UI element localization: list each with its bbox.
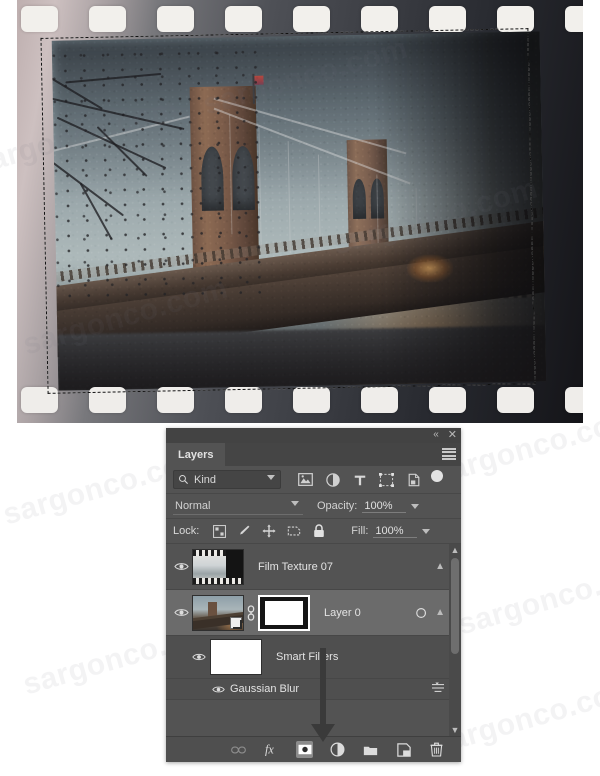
filter-type-layers-icon[interactable] (352, 472, 367, 487)
filter-kind-label: Kind (194, 473, 217, 486)
filter-shape-layers-icon[interactable] (379, 472, 394, 487)
filter-visibility-icon[interactable] (208, 685, 228, 694)
filter-name-label[interactable]: Gaussian Blur (230, 683, 299, 695)
chevron-down-icon (291, 501, 299, 506)
filter-smart-objects-icon[interactable] (406, 472, 421, 487)
tab-layers-label: Layers (178, 448, 214, 461)
layer-visibility-icon[interactable] (170, 561, 192, 572)
table-row[interactable]: Film Texture 07 ▲ (166, 544, 461, 590)
panel-menu-icon[interactable] (442, 448, 456, 460)
list-item[interactable]: Gaussian Blur (166, 679, 461, 700)
link-layers-button[interactable] (230, 741, 247, 758)
svg-text:fx: fx (265, 743, 274, 757)
layer-thumbnail[interactable] (192, 548, 244, 585)
new-adjustment-layer-button[interactable] (329, 741, 346, 758)
layer-mask-thumbnail[interactable] (258, 594, 310, 631)
screenshot-root: sargonco.com sargonco.com sargonco.com s… (0, 0, 600, 776)
panel-titlebar: « ✕ (166, 428, 461, 443)
scroll-up-icon[interactable]: ▲ (449, 544, 461, 556)
layer-visibility-icon[interactable] (170, 607, 192, 618)
filter-enable-toggle[interactable] (430, 469, 443, 490)
layer-style-fx-button[interactable]: fx (263, 741, 280, 758)
smart-filters-mask-thumbnail[interactable] (210, 639, 262, 675)
panel-tab-bar: Layers (166, 443, 461, 466)
layers-panel: « ✕ Layers Kind Normal Opacity: 100% Loc… (166, 428, 461, 762)
fill-slider-chevron-icon[interactable] (422, 528, 431, 534)
pointer-arrow-to-add-layer-mask (311, 648, 335, 742)
layer-thumbnail[interactable] (192, 594, 244, 631)
lock-artboard-nesting-icon[interactable] (287, 524, 301, 538)
layers-list: Film Texture 07 ▲ Layer 0 ▲ Smart Filter… (166, 544, 461, 700)
blend-mode-dropdown[interactable]: Normal (173, 497, 303, 515)
lock-all-icon[interactable] (312, 524, 326, 538)
smart-filter-icon[interactable] (415, 606, 429, 620)
lock-transparent-pixels-icon[interactable] (212, 524, 226, 538)
chevron-down-icon (267, 475, 275, 480)
delete-layer-button[interactable] (428, 741, 445, 758)
fill-label: Fill: (351, 525, 369, 537)
close-panel-icon[interactable]: ✕ (448, 429, 457, 441)
link-icon[interactable] (244, 604, 258, 621)
layers-scrollbar[interactable]: ▲ ▼ (449, 544, 461, 736)
new-group-button[interactable] (362, 741, 379, 758)
blend-mode-row: Normal Opacity: 100% (166, 494, 461, 519)
blend-mode-value: Normal (175, 499, 211, 512)
smart-filters-visibility-icon[interactable] (188, 652, 210, 662)
filter-pixel-layers-icon[interactable] (298, 472, 313, 487)
layer-name-label[interactable]: Layer 0 (324, 607, 361, 619)
fill-value[interactable]: 100% (373, 525, 418, 538)
watermark-text: sargonco.com (454, 551, 600, 642)
opacity-label: Opacity: (317, 500, 358, 512)
scroll-down-icon[interactable]: ▼ (449, 724, 461, 736)
search-icon (179, 475, 189, 485)
opacity-slider-chevron-icon[interactable] (411, 503, 420, 509)
new-layer-button[interactable] (395, 741, 412, 758)
layer-filter-bar: Kind (166, 466, 461, 494)
lock-row: Lock: Fill: 100% (166, 519, 461, 544)
smart-filters-label: Smart Filters (276, 651, 339, 663)
table-row[interactable]: Layer 0 ▲ (166, 590, 461, 636)
opacity-value[interactable]: 100% (362, 500, 407, 513)
lock-position-icon[interactable] (262, 524, 276, 538)
collapse-panel-icon[interactable]: « (433, 429, 439, 441)
layer-name-label[interactable]: Film Texture 07 (258, 561, 333, 573)
chevron-up-icon[interactable]: ▲ (435, 607, 445, 618)
lock-image-pixels-icon[interactable] (237, 524, 251, 538)
scrollbar-thumb[interactable] (451, 558, 459, 654)
filter-adjustment-layers-icon[interactable] (325, 472, 340, 487)
marching-ants-selection (40, 28, 536, 394)
tab-layers[interactable]: Layers (166, 443, 226, 466)
lock-label: Lock: (173, 525, 200, 537)
smart-filters-row[interactable]: Smart Filters (166, 636, 461, 679)
add-layer-mask-button[interactable] (296, 741, 313, 758)
filter-kind-dropdown[interactable]: Kind (173, 470, 281, 489)
chevron-up-icon[interactable]: ▲ (435, 561, 445, 572)
filter-blending-options-icon[interactable] (431, 682, 445, 697)
smart-object-badge-icon (230, 616, 242, 629)
